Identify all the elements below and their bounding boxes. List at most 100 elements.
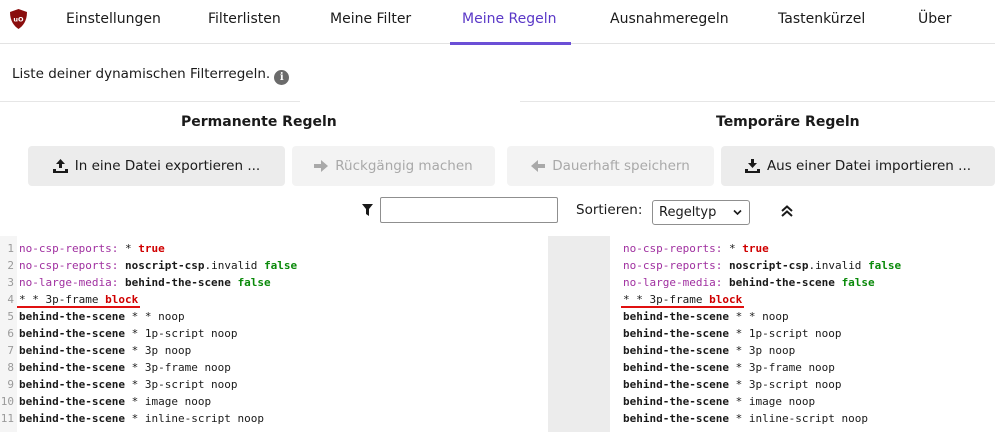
line-number: 11 <box>0 412 14 425</box>
rule-token: behind-the-scene <box>623 412 729 425</box>
rule-token: .invalid <box>204 259 265 272</box>
revert-button[interactable]: Rückgängig machen <box>292 146 495 186</box>
rule-token: * * noop <box>124 310 185 323</box>
rules-filter-input[interactable] <box>380 197 558 223</box>
commit-button[interactable]: Dauerhaft speichern <box>507 146 714 186</box>
tab-filterlisten[interactable]: Filterlisten <box>208 0 281 44</box>
tab-ausnahmeregeln[interactable]: Ausnahmeregeln <box>610 0 729 44</box>
rule-token: behind-the-scene <box>19 310 125 323</box>
rule-line: behind-the-scene * 3p-frame noop <box>610 359 995 376</box>
temporary-rules-editor[interactable]: no-csp-reports: * true no-csp-reports: no… <box>610 236 995 432</box>
rule-text: behind-the-scene * image noop <box>623 393 815 410</box>
funnel-icon <box>362 204 373 216</box>
rule-line: 3 no-large-media: behind-the-scene false <box>0 274 548 291</box>
rule-token: * 1p-script noop <box>124 327 238 340</box>
rule-token: * * 3p-frame <box>19 293 106 306</box>
tab-tastenkuerzel[interactable]: Tastenkürzel <box>778 0 865 44</box>
upload-icon <box>52 159 68 173</box>
line-number: 8 <box>7 361 14 374</box>
rule-token: no-csp-reports: <box>19 242 119 255</box>
rule-line: 7 behind-the-scene * 3p noop <box>0 342 548 359</box>
line-number: 10 <box>0 395 14 408</box>
rule-text: behind-the-scene * image noop <box>19 393 211 410</box>
import-button[interactable]: Aus einer Datei importieren ... <box>721 146 995 186</box>
export-button[interactable]: In eine Datei exportieren ... <box>28 146 285 186</box>
rule-line: no-large-media: behind-the-scene false <box>610 274 995 291</box>
chevron-down-icon <box>733 209 742 216</box>
rule-token: behind-the-scene <box>623 310 729 323</box>
rule-text: behind-the-scene * 3p-script noop <box>623 376 842 393</box>
import-button-label: Aus einer Datei importieren ... <box>766 158 972 174</box>
rule-line: 2 no-csp-reports: noscript-csp.invalid fa… <box>0 257 548 274</box>
line-number: 5 <box>7 310 14 323</box>
rule-token: * 3p-script noop <box>728 378 842 391</box>
tab-meine-regeln[interactable]: Meine Regeln <box>450 0 570 45</box>
tab-einstellungen[interactable]: Einstellungen <box>66 0 161 44</box>
rule-token: false <box>841 276 875 289</box>
rule-token: noscript-csp <box>124 259 205 272</box>
rule-text: no-large-media: behind-the-scene false <box>623 274 875 291</box>
rule-token: behind-the-scene <box>623 327 729 340</box>
sort-select[interactable]: Regeltyp <box>652 200 750 225</box>
rule-text: behind-the-scene * 3p-frame noop <box>623 359 835 376</box>
line-number: 1 <box>7 242 14 255</box>
rule-token: * image noop <box>728 395 816 408</box>
line-number: 9 <box>7 378 14 391</box>
rule-text: behind-the-scene * inline-script noop <box>623 410 868 427</box>
rule-line: behind-the-scene * 3p-script noop <box>610 376 995 393</box>
rule-token: * 3p noop <box>728 344 796 357</box>
rule-token: block <box>709 293 743 306</box>
rule-text: no-csp-reports: noscript-csp.invalid fal… <box>19 257 297 274</box>
rule-token <box>722 276 729 289</box>
permanent-rules-editor[interactable]: 1 no-csp-reports: * true 2 no-csp-reports: … <box>0 236 548 432</box>
svg-text:uO: uO <box>13 16 24 24</box>
rule-token: * <box>722 242 743 255</box>
rule-token: no-csp-reports: <box>623 259 723 272</box>
rule-token: * * noop <box>728 310 789 323</box>
rule-text: behind-the-scene * 1p-script noop <box>19 325 238 342</box>
rule-line: 1 no-csp-reports: * true <box>0 240 548 257</box>
line-number: 4 <box>7 293 14 306</box>
rule-text: behind-the-scene * 3p-script noop <box>19 376 238 393</box>
sort-label: Sortieren: <box>576 202 643 218</box>
rule-token: * 3p-frame noop <box>124 361 231 374</box>
rule-token: noscript-csp <box>728 259 809 272</box>
tab-ueber[interactable]: Über <box>918 0 952 44</box>
rule-line: behind-the-scene * 3p noop <box>610 342 995 359</box>
rule-token: .invalid <box>808 259 869 272</box>
rule-line: 11 behind-the-scene * inline-script noop <box>0 410 548 427</box>
rule-token: no-csp-reports: <box>19 259 119 272</box>
line-number: 2 <box>7 259 14 272</box>
rule-text: behind-the-scene * inline-script noop <box>19 410 264 427</box>
rule-text: behind-the-scene * * noop <box>19 308 185 325</box>
rule-token: * 3p-script noop <box>124 378 238 391</box>
rule-text: behind-the-scene * 1p-script noop <box>623 325 842 342</box>
rule-token: behind-the-scene <box>19 395 125 408</box>
rule-line: behind-the-scene * * noop <box>610 308 995 325</box>
rule-line: no-csp-reports: noscript-csp.invalid fal… <box>610 257 995 274</box>
rule-text: no-csp-reports: * true <box>19 240 165 257</box>
rule-token <box>118 259 125 272</box>
rule-text: no-csp-reports: noscript-csp.invalid fal… <box>623 257 901 274</box>
rule-token <box>722 259 729 272</box>
divider-left <box>0 101 300 102</box>
rule-token: * <box>118 242 139 255</box>
info-icon[interactable]: i <box>274 70 290 85</box>
rule-token <box>118 276 125 289</box>
rule-token: * 3p noop <box>124 344 192 357</box>
arrow-right-icon <box>314 160 329 172</box>
rule-token: * * 3p-frame <box>623 293 710 306</box>
rule-token: behind-the-scene <box>19 378 125 391</box>
rule-token: * image noop <box>124 395 212 408</box>
rule-line: no-csp-reports: * true <box>610 240 995 257</box>
rule-text: behind-the-scene * 3p noop <box>623 342 795 359</box>
collapse-double-chevron-up-icon[interactable] <box>780 204 794 218</box>
rule-line: behind-the-scene * inline-script noop <box>610 410 995 427</box>
ublock-origin-shield-icon[interactable]: uO <box>10 9 27 29</box>
rule-text: behind-the-scene * 3p-frame noop <box>19 359 231 376</box>
tab-meine-filter[interactable]: Meine Filter <box>330 0 411 44</box>
line-number: 3 <box>7 276 14 289</box>
line-number: 7 <box>7 344 14 357</box>
rule-text: no-csp-reports: * true <box>623 240 769 257</box>
rule-text: behind-the-scene * * noop <box>623 308 789 325</box>
